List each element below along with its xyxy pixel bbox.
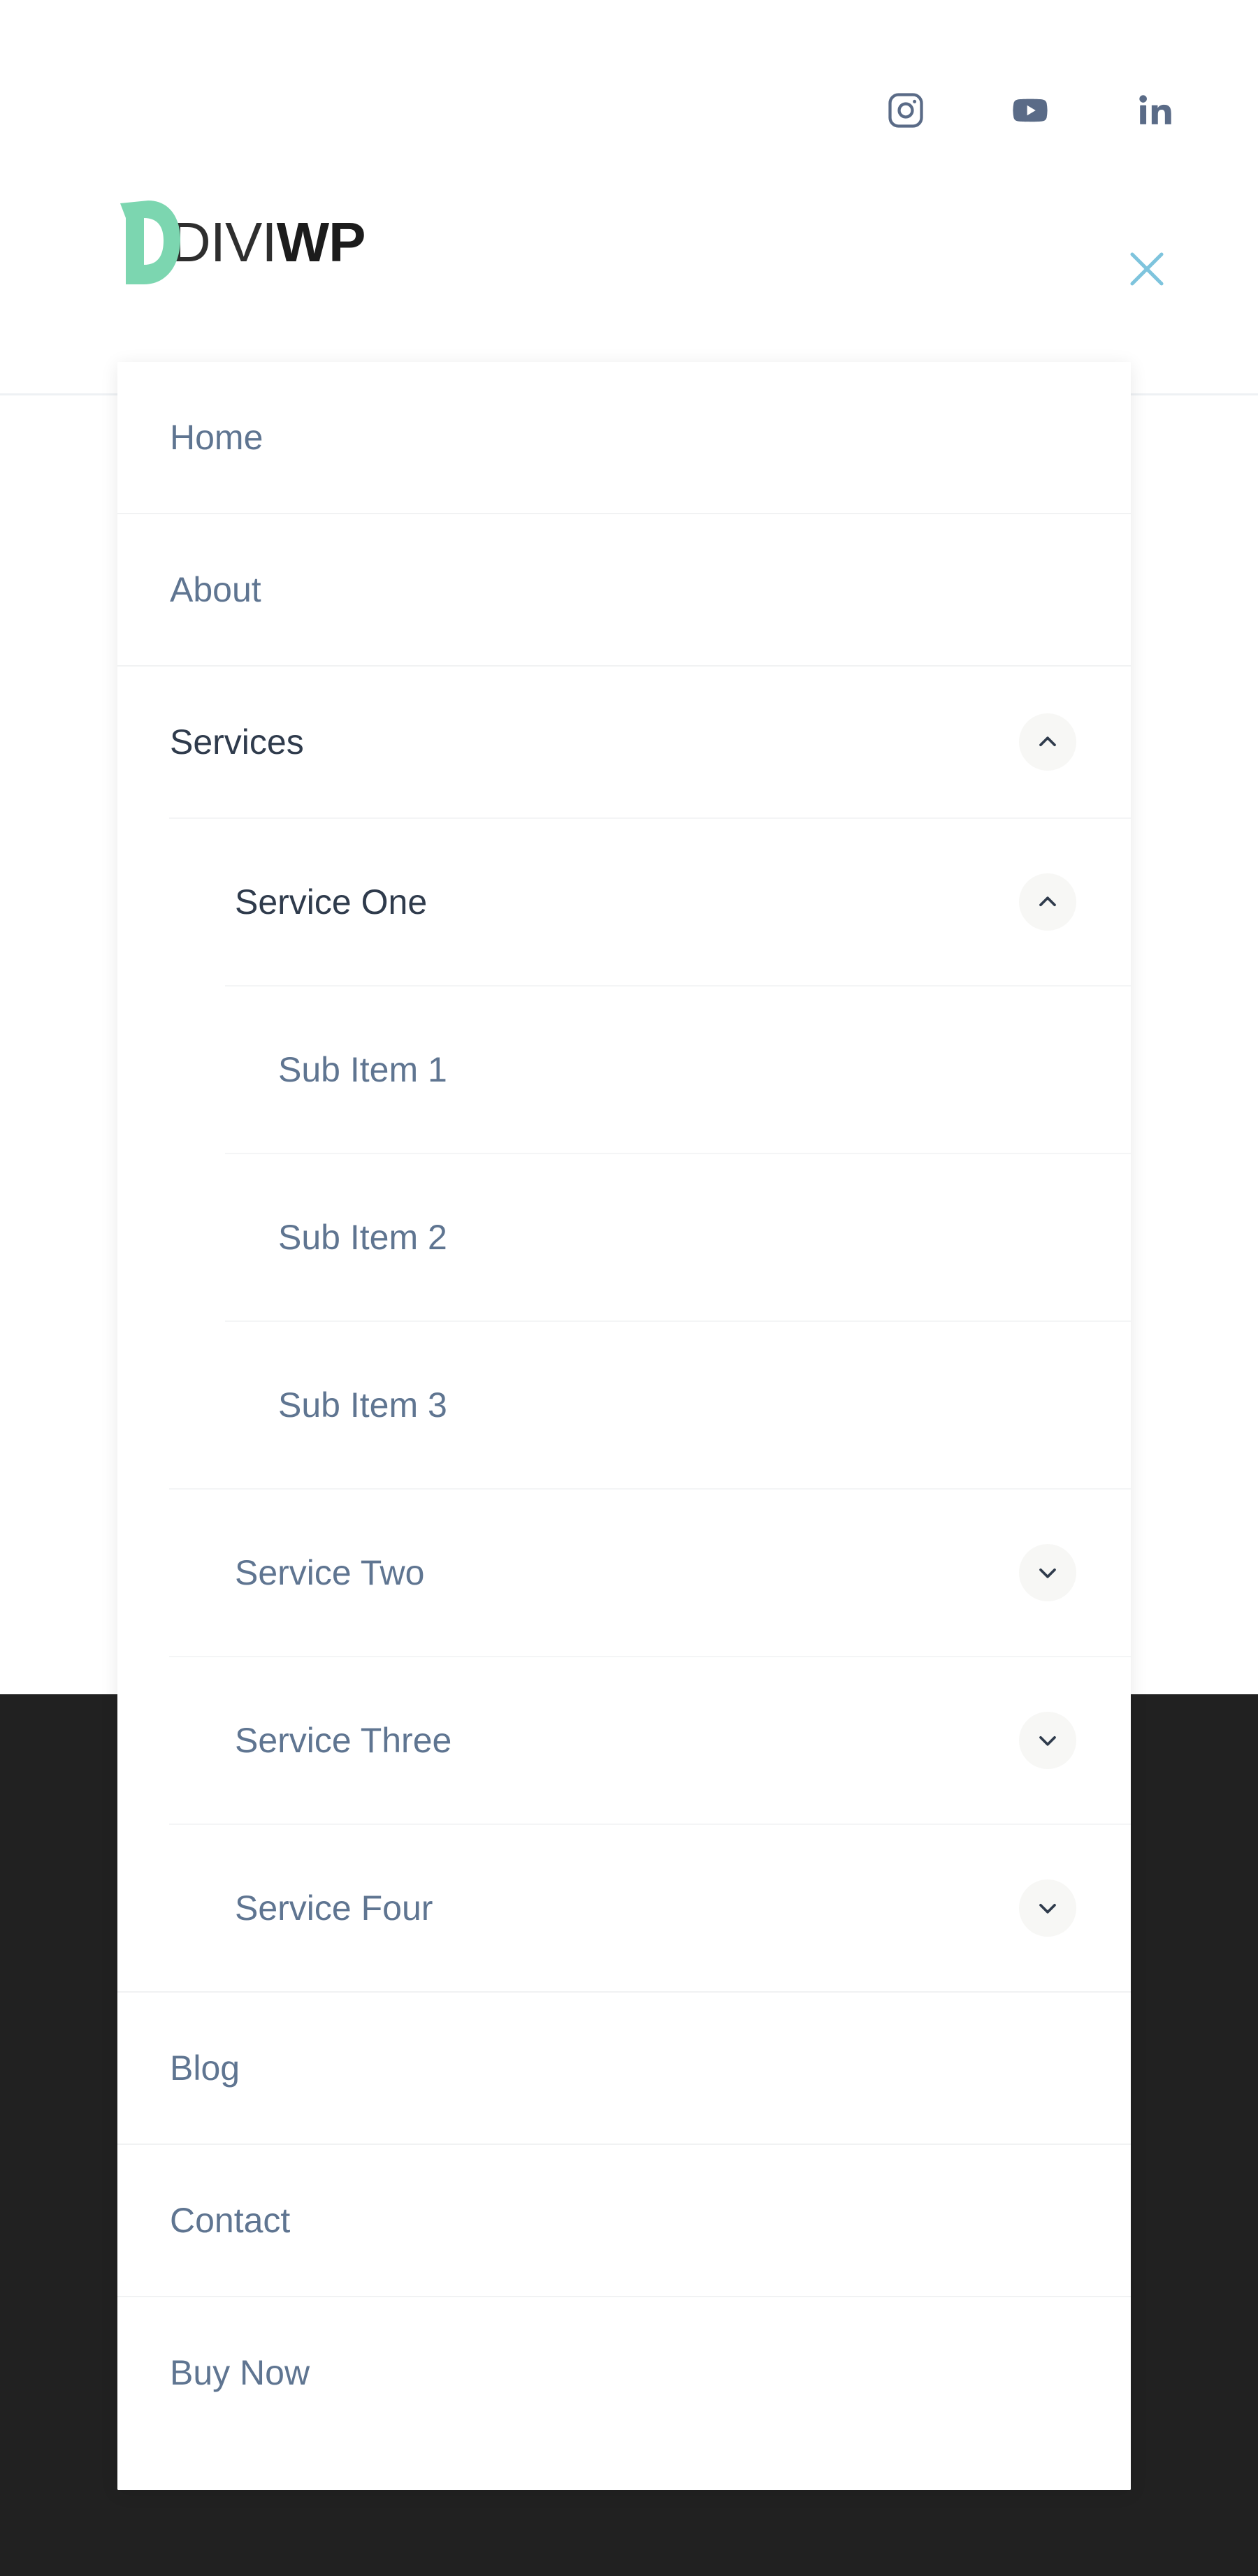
menu-item-label: Buy Now <box>170 2353 310 2392</box>
mobile-menu-panel: Home About Services Service One Sub Item 1 Su… <box>117 362 1131 2490</box>
logo-text-divi: DIVI <box>171 211 277 273</box>
menu-item-label: Home <box>170 418 263 457</box>
menu-item-contact[interactable]: Contact <box>117 2145 1131 2296</box>
menu-item-label: Contact <box>170 2201 291 2240</box>
menu-item-service-one[interactable]: Service One <box>117 819 1131 985</box>
site-logo-text: DIVIWP <box>171 211 366 273</box>
youtube-icon[interactable] <box>1011 91 1050 130</box>
menu-item-service-three[interactable]: Service Three <box>117 1657 1131 1824</box>
menu-item-label: Sub Item 2 <box>278 1218 447 1257</box>
social-links <box>886 91 1174 130</box>
menu-item-blog[interactable]: Blog <box>117 1993 1131 2144</box>
menu-item-service-four[interactable]: Service Four <box>117 1825 1131 1991</box>
submenu-expand-button[interactable] <box>1019 1879 1076 1937</box>
chevron-down-icon <box>1034 1726 1062 1754</box>
menu-item-sub-item-1[interactable]: Sub Item 1 <box>117 987 1131 1153</box>
menu-item-label: Service One <box>235 882 428 922</box>
menu-item-label: Service Four <box>235 1889 433 1928</box>
chevron-up-icon <box>1034 728 1062 756</box>
menu-panel-bottom-padding <box>117 2448 1131 2490</box>
menu-item-home[interactable]: Home <box>117 362 1131 513</box>
menu-item-label: Services <box>170 722 304 762</box>
submenu-expand-button[interactable] <box>1019 1712 1076 1769</box>
menu-item-label: Sub Item 1 <box>278 1050 447 1089</box>
close-menu-button[interactable] <box>1121 243 1173 295</box>
chevron-down-icon <box>1034 1559 1062 1587</box>
submenu-expand-button[interactable] <box>1019 1544 1076 1601</box>
linkedin-icon[interactable] <box>1135 91 1174 130</box>
instagram-icon[interactable] <box>886 91 925 130</box>
menu-item-sub-item-3[interactable]: Sub Item 3 <box>117 1322 1131 1488</box>
logo-text-wp: WP <box>276 211 366 273</box>
menu-item-buy-now[interactable]: Buy Now <box>117 2297 1131 2448</box>
page-root: DIVIWP Home About Services Service One Sub I… <box>0 0 1258 2576</box>
diviwp-d-logo-icon <box>120 201 180 284</box>
menu-item-label: Service Two <box>235 1553 425 1592</box>
menu-item-sub-item-2[interactable]: Sub Item 2 <box>117 1154 1131 1320</box>
menu-item-label: About <box>170 570 261 609</box>
chevron-up-icon <box>1034 888 1062 916</box>
top-bar <box>0 0 1258 168</box>
menu-item-about[interactable]: About <box>117 514 1131 665</box>
site-logo[interactable]: DIVIWP <box>120 197 366 288</box>
menu-item-label: Sub Item 3 <box>278 1385 447 1425</box>
submenu-collapse-button[interactable] <box>1019 873 1076 931</box>
menu-item-label: Blog <box>170 2049 240 2088</box>
close-icon <box>1122 244 1172 294</box>
menu-item-services[interactable]: Services <box>117 667 1131 817</box>
chevron-down-icon <box>1034 1894 1062 1922</box>
menu-item-service-two[interactable]: Service Two <box>117 1490 1131 1656</box>
submenu-collapse-button[interactable] <box>1019 713 1076 771</box>
menu-item-label: Service Three <box>235 1721 452 1760</box>
